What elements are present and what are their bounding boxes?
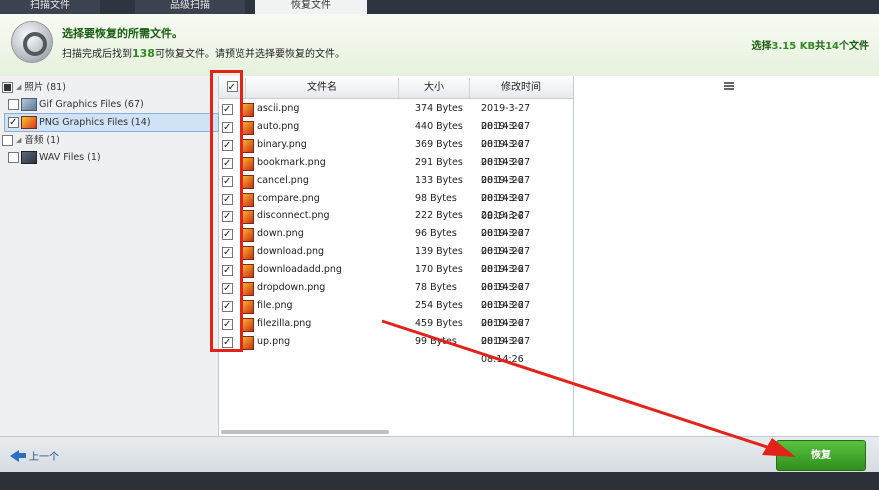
wav-file-icon [21, 151, 37, 164]
table-row[interactable]: cancel.png133 Bytes2019-3-27 08:14:26 [219, 172, 573, 204]
table-row[interactable]: downloadadd.png170 Bytes2019-3-27 08:14:… [219, 261, 573, 293]
tab-deep-scan[interactable]: 品级扫描 [135, 0, 245, 14]
status-bar [0, 472, 879, 490]
sel-mid: 共 [815, 41, 826, 52]
table-row[interactable]: download.png139 Bytes2019-3-27 08:14:26 [219, 243, 573, 275]
sel-size: 3.15 KB [771, 41, 816, 52]
tree-node-wav[interactable]: WAV Files (1) [8, 149, 101, 166]
file-size: 98 Bytes [415, 192, 457, 204]
footer-bar: 上一个 恢复 [0, 436, 879, 473]
tab-recover-files[interactable]: 恢复文件 [255, 0, 367, 14]
file-name: bookmark.png [257, 156, 326, 168]
gif-checkbox[interactable] [8, 99, 19, 110]
back-arrow-icon [10, 449, 19, 462]
table-row[interactable]: dropdown.png78 Bytes2019-3-27 08:14:26 [219, 279, 573, 311]
file-table: 文件名 大小 修改时间 ascii.png 374 Bytes 2019-3-27 … [219, 76, 574, 436]
file-name: ascii.png [257, 103, 300, 114]
gif-file-icon [21, 98, 37, 111]
table-header: 文件名 大小 修改时间 [219, 78, 573, 99]
expand-triangle-icon[interactable]: ◢ [16, 79, 21, 96]
tab-bar: 扫描文件 品级扫描 恢复文件 [0, 0, 879, 14]
selection-summary: 选择3.15 KB共14个文件 [752, 37, 869, 52]
file-size: 369 Bytes [415, 138, 463, 150]
recover-button[interactable]: 恢复 [776, 440, 866, 471]
file-name: down.png [257, 228, 304, 240]
png-file-icon [21, 116, 37, 129]
tree-node-png[interactable]: PNG Graphics Files (14) [4, 113, 219, 132]
subtitle-before: 扫描完成后找到 [62, 49, 132, 60]
tree-node-gif[interactable]: Gif Graphics Files (67) [8, 96, 144, 113]
column-header-modified[interactable]: 修改时间 [470, 78, 572, 98]
file-name: dropdown.png [257, 282, 326, 293]
table-row[interactable]: up.png 99 Bytes 2019-3-27 08:14:26 [219, 333, 573, 365]
file-name: disconnect.png [257, 210, 330, 222]
file-name: compare.png [257, 192, 320, 204]
preview-menu-icon[interactable] [724, 82, 734, 92]
file-size: 96 Bytes [415, 228, 457, 240]
file-size: 374 Bytes [415, 103, 463, 114]
file-size: 170 Bytes [415, 264, 463, 276]
tree-label-wav: WAV Files (1) [39, 152, 101, 163]
header-subtitle: 扫描完成后找到138可恢复文件。请预览并选择要恢复的文件。 [62, 45, 345, 60]
file-size: 99 Bytes [415, 335, 457, 347]
file-size: 78 Bytes [415, 282, 457, 293]
tree-label-audio: 音频 (1) [24, 135, 60, 146]
file-size: 254 Bytes [415, 299, 463, 311]
file-name: auto.png [257, 120, 300, 132]
file-size: 139 Bytes [415, 246, 463, 258]
back-label: 上一个 [29, 452, 59, 463]
found-count: 138 [132, 47, 155, 60]
audio-checkbox[interactable] [2, 135, 13, 146]
table-row[interactable]: bookmark.png291 Bytes2019-3-27 08:14:26 [219, 154, 573, 186]
preview-panel [574, 76, 879, 436]
file-size: 133 Bytes [415, 174, 463, 186]
header-panel: 选择要恢复的所需文件。 扫描完成后找到138可恢复文件。请预览并选择要恢复的文件… [0, 14, 879, 77]
tree-label-gif: Gif Graphics Files (67) [39, 99, 144, 110]
file-size: 222 Bytes [415, 210, 463, 222]
table-row[interactable]: down.png96 Bytes2019-3-27 08:14:26 [219, 225, 573, 257]
file-name: filezilla.png [257, 317, 312, 329]
horizontal-scrollbar[interactable] [219, 428, 573, 436]
subtitle-after: 可恢复文件。请预览并选择要恢复的文件。 [154, 49, 345, 60]
header-title: 选择要恢复的所需文件。 [62, 27, 183, 40]
column-header-size[interactable]: 大小 [399, 78, 470, 98]
tab-scan-files[interactable]: 扫描文件 [0, 0, 100, 14]
file-name: file.png [257, 299, 293, 311]
table-row[interactable]: auto.png440 Bytes2019-3-27 08:14:26 [219, 118, 573, 150]
scrollbar-thumb[interactable] [221, 430, 389, 434]
file-name: downloadadd.png [257, 264, 342, 276]
table-row[interactable]: filezilla.png459 Bytes2019-3-27 08:14:26 [219, 315, 573, 347]
tree-node-photos[interactable]: ◢ 照片 (81) [2, 79, 66, 96]
file-size: 459 Bytes [415, 317, 463, 329]
table-row[interactable]: disconnect.png222 Bytes2019-3-27 08:14:2… [219, 207, 573, 239]
file-size: 291 Bytes [415, 156, 463, 168]
expand-triangle-icon[interactable]: ◢ [16, 132, 21, 149]
app-logo-icon [12, 22, 52, 62]
tree-label-png: PNG Graphics Files (14) [39, 117, 151, 128]
table-row[interactable]: compare.png98 Bytes2019-3-27 08:14:26 [219, 190, 573, 222]
table-row[interactable]: binary.png369 Bytes2019-3-27 08:14:26 [219, 136, 573, 168]
file-size: 440 Bytes [415, 120, 463, 132]
sel-suffix: 个文件 [839, 41, 869, 52]
table-row[interactable]: file.png254 Bytes2019-3-27 08:14:26 [219, 297, 573, 329]
back-button[interactable]: 上一个 [10, 448, 59, 463]
wav-checkbox[interactable] [8, 152, 19, 163]
tree-label-photos: 照片 (81) [24, 82, 66, 93]
file-modified: 2019-3-27 08:14:26 [481, 335, 531, 365]
file-type-tree: ◢照片 (81) Gif Graphics Files (67) PNG Gra… [0, 76, 219, 436]
photos-checkbox[interactable] [2, 82, 13, 93]
sel-prefix: 选择 [751, 41, 772, 52]
file-name: download.png [257, 246, 325, 258]
png-checkbox[interactable] [8, 114, 19, 131]
sel-count: 14 [825, 41, 839, 52]
tree-node-audio[interactable]: ◢ 音频 (1) [2, 132, 60, 149]
file-name: up.png [257, 335, 291, 347]
back-arrow-stem [19, 453, 26, 458]
file-name: cancel.png [257, 174, 309, 186]
file-name: binary.png [257, 138, 307, 150]
table-row[interactable]: ascii.png374 Bytes2019-3-27 08:14:26 [219, 100, 573, 132]
annotation-highlight-box [210, 70, 243, 352]
column-header-name[interactable]: 文件名 [246, 78, 399, 98]
